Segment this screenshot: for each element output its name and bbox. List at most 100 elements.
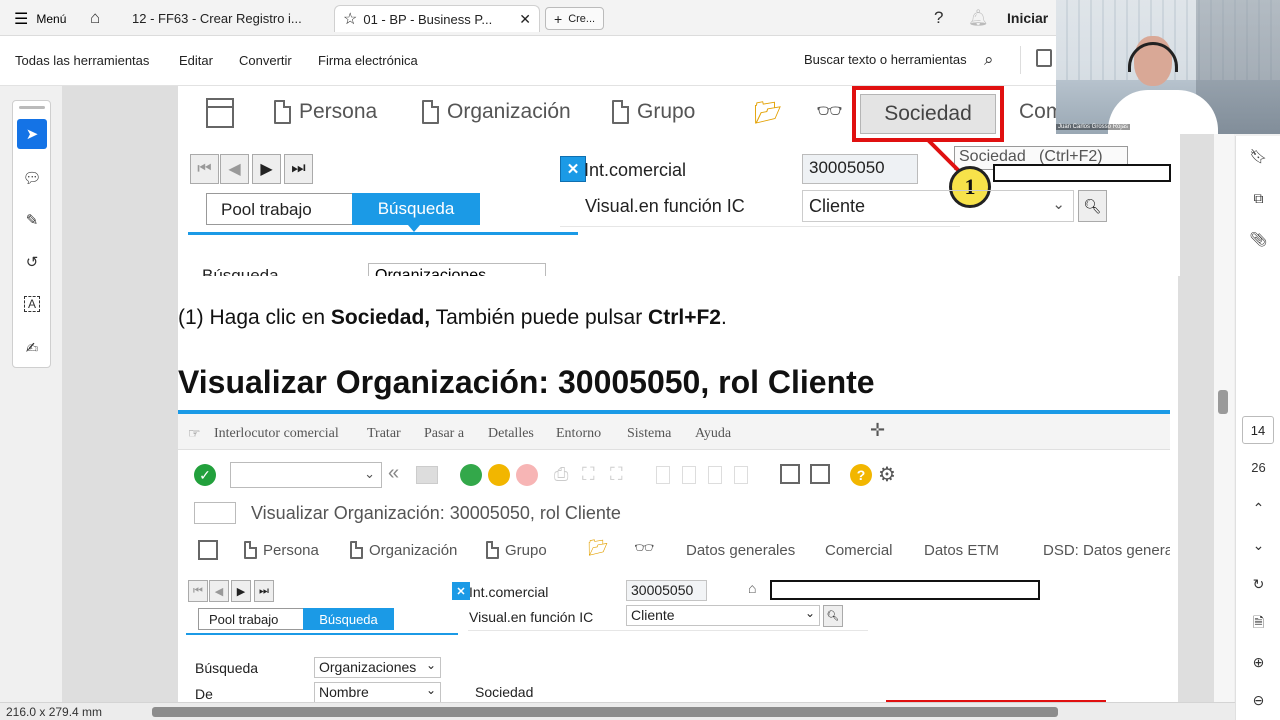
busqueda-tab: Búsqueda <box>303 608 394 630</box>
chevron-down-icon: ⌄ <box>425 683 436 697</box>
chevron-down-icon: ⌄ <box>804 606 815 620</box>
all-tools-menu[interactable]: Todas las herramientas <box>15 53 149 68</box>
bookmark-icon[interactable]: 🔖︎ <box>1236 142 1280 170</box>
right-nav-panel: 🔖︎ ⧉ 📎︎ 14 26 ⌃ ⌄ ↻ 🗎︎ ⊕ ⊖ <box>1235 136 1280 720</box>
signin-button[interactable]: Iniciar <box>1007 10 1048 26</box>
page-icon <box>350 541 363 559</box>
attachment-icon[interactable]: 📎︎ <box>1236 225 1280 253</box>
last-record-icon: ⏭ <box>254 580 274 602</box>
bell-icon[interactable]: 🔔︎ <box>968 8 988 28</box>
first-record-icon: ⏮ <box>190 154 219 184</box>
edit-menu[interactable]: Editar <box>179 53 213 68</box>
rotate-icon[interactable]: ↻ <box>1236 570 1280 598</box>
visual-funcion-label: Visual.en función IC <box>585 196 745 216</box>
scroll-thumb[interactable] <box>1218 390 1228 414</box>
current-page-field[interactable]: 14 <box>1242 416 1274 444</box>
draw-lasso-icon[interactable]: ↺ <box>17 247 47 277</box>
pool-trabajo-tab: Pool trabajo <box>198 608 303 630</box>
page-icon <box>422 100 439 124</box>
de-label: De <box>195 686 213 702</box>
add-comment-icon[interactable]: 💬︎ <box>17 163 47 193</box>
next-record-icon: ▶ <box>231 580 251 602</box>
esign-menu[interactable]: Firma electrónica <box>318 53 418 68</box>
redacted-box <box>993 164 1171 182</box>
shortcut-icon <box>810 464 830 484</box>
chevron-up-icon[interactable]: ⌃ <box>1236 494 1280 522</box>
nav-datos-generales: Datos generales <box>686 542 796 559</box>
overview-icon <box>206 98 234 128</box>
close-icon[interactable]: ✕ <box>519 11 531 28</box>
visual-funcion-label: Visual.en función IC <box>469 609 594 625</box>
command-field: ⌄ <box>230 462 382 488</box>
menu-button[interactable]: ☰ Menú <box>14 9 66 29</box>
page-icon <box>274 100 291 124</box>
int-comercial-field: 30005050 <box>626 580 707 601</box>
sociedad-section-tab: Sociedad <box>475 684 534 700</box>
busqueda-tab: Búsqueda <box>352 193 480 225</box>
overview-icon <box>198 540 218 560</box>
participant-name: Juan Carlos Grosso Rojas <box>1056 124 1131 130</box>
scroll-thumb[interactable] <box>152 707 1058 717</box>
nav-organizacion: Organización <box>422 100 571 124</box>
building-icon: ⌂ <box>748 580 757 596</box>
home-icon[interactable]: ⌂ <box>90 8 100 28</box>
busqueda-select: Organizaciones ⌄ <box>314 657 441 678</box>
menu-entorno: Entorno <box>556 426 602 441</box>
chevron-down-icon: ⌄ <box>1052 196 1065 213</box>
cancel-icon <box>516 464 538 486</box>
left-tools-panel: ➤ 💬︎ ✎ ↺ A ✍︎ <box>12 100 51 368</box>
webcam-overlay: Juan Carlos Grosso Rojas <box>1056 0 1280 134</box>
nav-comercial: Comercial <box>825 542 893 559</box>
exit-icon <box>488 464 510 486</box>
help-icon[interactable]: ? <box>934 8 943 28</box>
vertical-scrollbar[interactable] <box>1214 86 1234 702</box>
busqueda-label: Búsqueda <box>195 660 259 676</box>
text-box-icon[interactable]: A <box>17 289 47 319</box>
search-icon[interactable]: ⌕ <box>984 50 994 70</box>
fit-page-icon[interactable]: 🗎︎ <box>1236 610 1280 638</box>
menu-interlocutor: Interlocutor comercial <box>214 426 339 441</box>
close-x-icon: ✕ <box>452 582 470 600</box>
redacted-box <box>770 580 1040 600</box>
divider <box>560 226 960 227</box>
star-icon: ☆ <box>343 11 358 28</box>
hamburger-icon: ☰ <box>14 11 29 28</box>
horizontal-scrollbar[interactable]: 216.0 x 279.4 mm <box>0 702 1235 720</box>
nav-persona: Persona <box>244 541 319 559</box>
search-tools-label[interactable]: Buscar texto o herramientas <box>804 52 967 67</box>
convert-menu[interactable]: Convertir <box>239 53 292 68</box>
page-icon <box>244 541 257 559</box>
next-record-icon: ▶ <box>252 154 281 184</box>
chevron-down-icon: ⌄ <box>364 466 375 481</box>
total-pages: 26 <box>1251 459 1266 475</box>
select-cursor-icon[interactable]: ➤ <box>17 119 47 149</box>
sociedad-button: Sociedad <box>860 94 996 134</box>
new-tab-button[interactable]: + Cre... <box>545 7 605 30</box>
drag-handle[interactable] <box>19 106 45 109</box>
save-icon[interactable] <box>1036 49 1052 67</box>
tab-pointer <box>408 225 420 232</box>
zoom-out-icon[interactable]: ⊖ <box>1236 686 1280 714</box>
checkmark-icon: ✓ <box>194 464 216 486</box>
tab-bp-active[interactable]: ☆ 01 - BP - Business P... ✕ <box>334 5 540 32</box>
sign-icon[interactable]: ✍︎ <box>17 333 47 363</box>
menu-detalles: Detalles <box>488 426 534 441</box>
highlight-pen-icon[interactable]: ✎ <box>17 205 47 235</box>
partial-busqueda-label: Búsqueda <box>202 266 279 276</box>
settings-gear-icon: ⚙ <box>878 464 896 486</box>
instruction-text: (1) Haga clic en Sociedad, También puede… <box>178 306 727 329</box>
screen-title: Visualizar Organización: 30005050, rol C… <box>251 503 621 523</box>
menu-icon: ☞ <box>188 427 201 442</box>
chevron-down-icon[interactable]: ⌄ <box>1236 531 1280 559</box>
zoom-in-icon[interactable]: ⊕ <box>1236 648 1280 676</box>
sociedad-highlight: Sociedad <box>852 86 1004 142</box>
tab-ff63[interactable]: 12 - FF63 - Crear Registro i... <box>124 5 310 32</box>
plus-icon: + <box>554 10 563 27</box>
visual-funcion-select: Cliente ⌄ <box>626 605 820 626</box>
divider <box>1020 46 1021 74</box>
copy-pages-icon[interactable]: ⧉ <box>1236 184 1280 212</box>
de-select: Nombre ⌄ <box>314 682 441 702</box>
menu-ayuda: Ayuda <box>695 426 732 441</box>
page-size-label: 216.0 x 279.4 mm <box>6 705 103 719</box>
glasses-icon: 👓︎ <box>634 540 655 557</box>
